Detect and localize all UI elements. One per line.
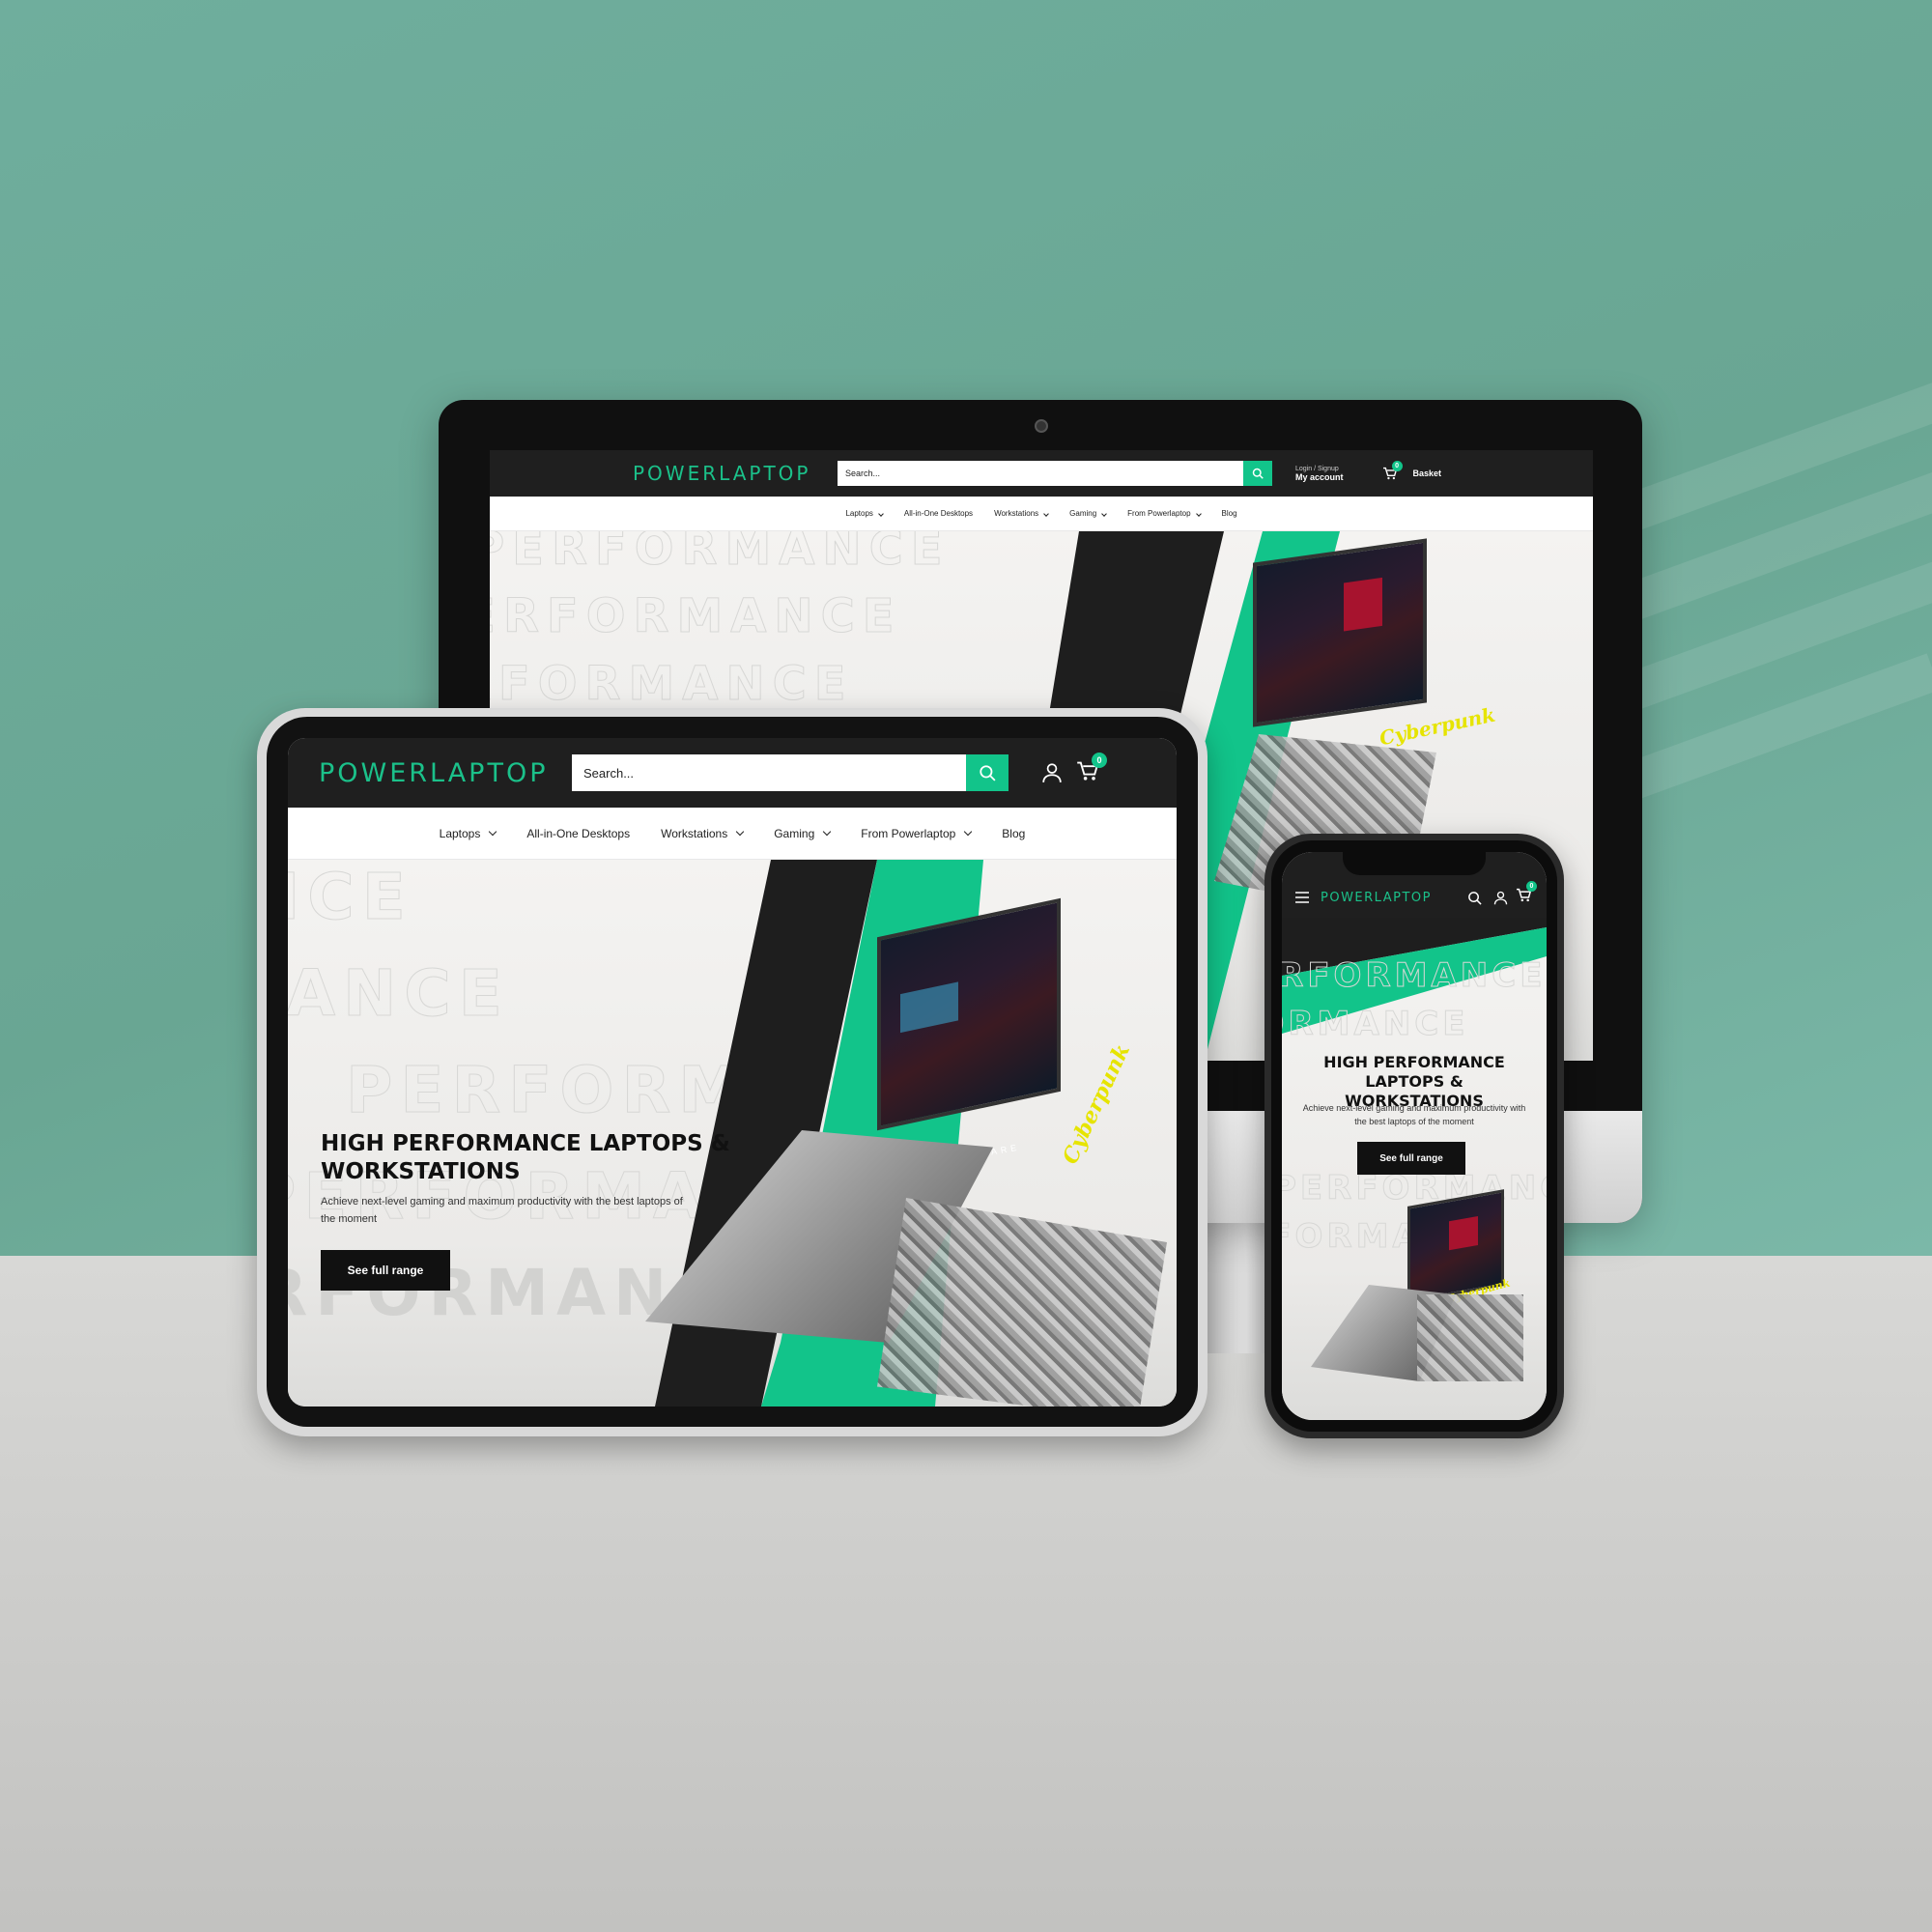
hero-watermark: PERFORMANCE [490,657,854,712]
laptop-parts-image [1417,1294,1523,1381]
chevron-down-icon [735,827,745,836]
nav-item-all-in-one[interactable]: All-in-One Desktops [904,509,973,518]
search-icon[interactable] [1467,891,1482,905]
logo[interactable]: POWERLAPTOP [319,758,609,788]
search-button[interactable] [966,754,1009,791]
nav-item-workstations[interactable]: Workstations [994,509,1049,518]
basket-button[interactable]: 0 [1516,881,1537,907]
nav-item-workstations[interactable]: Workstations [661,827,745,840]
see-full-range-button[interactable]: See full range [321,1250,450,1291]
chevron-down-icon [489,827,497,836]
search-bar [572,754,1009,791]
hero-watermark: PERFORMANCE [490,531,951,577]
chevron-down-icon [1195,510,1202,517]
search-input[interactable] [838,461,1243,486]
nav-item-from-powerlaptop[interactable]: From Powerlaptop [1127,509,1202,518]
nav-item-laptops[interactable]: Laptops [845,509,884,518]
camera-icon [1035,419,1048,433]
cart-count-badge: 0 [1526,881,1537,892]
hero-subtitle: Achieve next-level gaming and maximum pr… [1302,1103,1526,1127]
tablet-nav: Laptops All-in-One Desktops Workstations… [288,808,1177,860]
neon-sign [1344,577,1382,632]
my-account-label: My account [1295,471,1344,482]
tablet-header: POWERLAPTOP 0 [288,738,1177,808]
search-bar [838,461,1272,486]
phone-notch [1343,850,1486,875]
phone-screen: POWERLAPTOP 0 PERFORMANCE PERFORMANCE PE… [1282,852,1547,1420]
hero-laptop-image: Cyberpunk [1301,1188,1533,1391]
hero-subtitle: Achieve next-level gaming and maximum pr… [321,1196,683,1225]
hero-watermark: PERFORMANCE [490,589,902,644]
basket-label: Basket [1412,469,1442,478]
desktop-nav: Laptops All-in-One Desktops Workstations… [490,497,1593,531]
logo[interactable]: POWERLAPTOP [1321,891,1456,905]
nav-item-all-in-one[interactable]: All-in-One Desktops [526,827,630,840]
basket-button[interactable]: 0 Basket [1382,461,1442,480]
neon-sign [1449,1215,1478,1251]
game-logo: Cyberpunk [1057,1039,1136,1169]
nav-item-laptops[interactable]: Laptops [440,827,497,840]
laptop-screen-image [1253,538,1427,727]
game-logo: Cyberpunk [1377,702,1497,751]
hamburger-icon[interactable] [1295,892,1309,903]
chevron-down-icon [823,827,832,836]
hero-watermark: PERFORMANCE [288,956,510,1032]
search-icon [980,765,996,781]
nav-item-from-powerlaptop[interactable]: From Powerlaptop [861,827,973,840]
user-icon[interactable] [1493,891,1508,905]
see-full-range-button[interactable]: See full range [1357,1142,1465,1175]
nav-item-gaming[interactable]: Gaming [1069,509,1108,518]
account-menu[interactable]: Login / Signup My account [1295,466,1344,482]
cart-count-badge: 0 [1391,461,1403,471]
hero-watermark: PERFORMANCE [1282,1005,1469,1044]
laptop-screen-image [877,897,1061,1131]
logo[interactable]: POWERLAPTOP [633,462,826,485]
hero-title: HIGH PERFORMANCE LAPTOPS & WORKSTATIONS [321,1131,730,1184]
search-icon [1252,468,1264,479]
desktop-header: POWERLAPTOP Login / Signup My account 0 … [490,450,1593,497]
search-button[interactable] [1243,461,1272,486]
hero-watermark: PERFORMANCE [288,860,413,935]
nav-item-blog[interactable]: Blog [1222,509,1237,518]
chevron-down-icon [1101,510,1108,517]
tablet-hero: PERFORMANCE PERFORMANCE PERFORMANCE PERF… [288,860,1177,1406]
user-icon[interactable] [1041,762,1063,783]
basket-button[interactable]: 0 [1076,752,1107,786]
laptop-parts-image [877,1198,1167,1406]
search-input[interactable] [572,754,966,791]
login-label: Login / Signup [1295,465,1339,472]
tablet-screen: POWERLAPTOP 0 Laptops All-in-One Desktop… [288,738,1177,1406]
hero-watermark: PERFORMANCE [1282,956,1547,996]
phone-hero: PERFORMANCE PERFORMANCE PERFORMANCE PERF… [1282,918,1547,1420]
chevron-down-icon [964,827,973,836]
nav-item-gaming[interactable]: Gaming [774,827,832,840]
cart-count-badge: 0 [1092,752,1107,768]
chevron-down-icon [878,510,884,517]
neon-sign [900,981,958,1034]
nav-item-blog[interactable]: Blog [1002,827,1025,840]
chevron-down-icon [1043,510,1049,517]
